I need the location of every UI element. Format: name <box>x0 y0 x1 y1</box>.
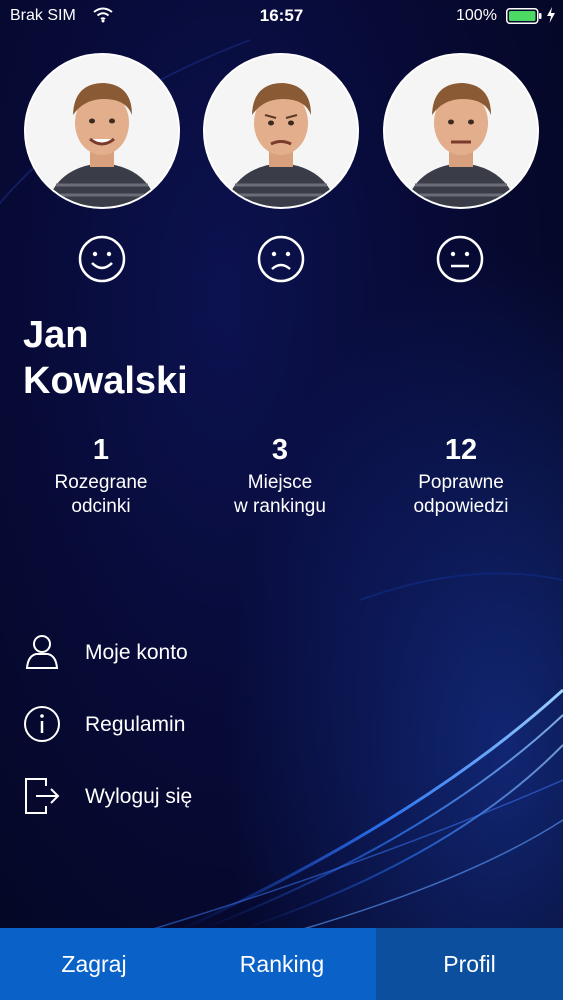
frown-icon[interactable] <box>256 234 306 284</box>
tab-bar: Zagraj Ranking Profil <box>0 928 563 1000</box>
logout-icon <box>25 778 60 814</box>
stat-played-episodes: 1 Rozegrane odcinki <box>11 432 191 519</box>
portrait-icon <box>205 55 357 207</box>
avatar-neutral <box>383 53 539 209</box>
smile-icon[interactable] <box>77 234 127 284</box>
charge-icon <box>547 7 555 23</box>
portrait-icon <box>385 55 537 207</box>
stat-label-line1: Miejsce <box>247 472 313 493</box>
stat-label-line2: odcinki <box>71 496 131 517</box>
last-name: Kowalski <box>23 360 188 402</box>
user-icon <box>25 635 59 669</box>
user-name: Jan Kowalski <box>23 312 323 404</box>
stat-value: 1 <box>92 434 110 466</box>
stat-label-line1: Rozegrane <box>54 472 148 493</box>
avatar-happy <box>24 53 180 209</box>
tab-profile[interactable]: Profil <box>376 928 563 1000</box>
stat-value: 3 <box>271 434 289 466</box>
menu-item-logout[interactable]: Wyloguj się <box>22 776 322 820</box>
menu-item-label: Moje konto <box>85 641 188 664</box>
status-bar: Brak SIM 16:57 100% <box>0 0 563 32</box>
avatar-sad <box>203 53 359 209</box>
menu-item-label: Wyloguj się <box>85 785 193 808</box>
menu-item-my-account[interactable]: Moje konto <box>22 632 322 676</box>
stat-value: 12 <box>444 434 478 466</box>
stat-label-line2: w rankingu <box>234 496 326 517</box>
battery-percentage: 100% <box>456 7 497 24</box>
first-name: Jan <box>23 314 89 356</box>
portrait-icon <box>26 55 178 207</box>
menu-item-terms[interactable]: Regulamin <box>22 704 322 748</box>
tab-ranking[interactable]: Ranking <box>188 928 376 1000</box>
tab-play[interactable]: Zagraj <box>0 928 188 1000</box>
stat-label-line2: odpowiedzi <box>413 496 509 517</box>
neutral-face-icon[interactable] <box>435 234 485 284</box>
stat-correct-answers: 12 Poprawne odpowiedzi <box>371 432 551 519</box>
stat-label-line1: Poprawne <box>418 472 504 493</box>
battery-icon <box>506 8 542 24</box>
menu-item-label: Regulamin <box>85 713 186 736</box>
profile-screen: Brak SIM 16:57 100% Jan Kowalski 1 Rozeg… <box>0 0 563 1000</box>
info-icon <box>24 706 60 742</box>
stat-ranking-place: 3 Miejsce w rankingu <box>190 432 370 519</box>
